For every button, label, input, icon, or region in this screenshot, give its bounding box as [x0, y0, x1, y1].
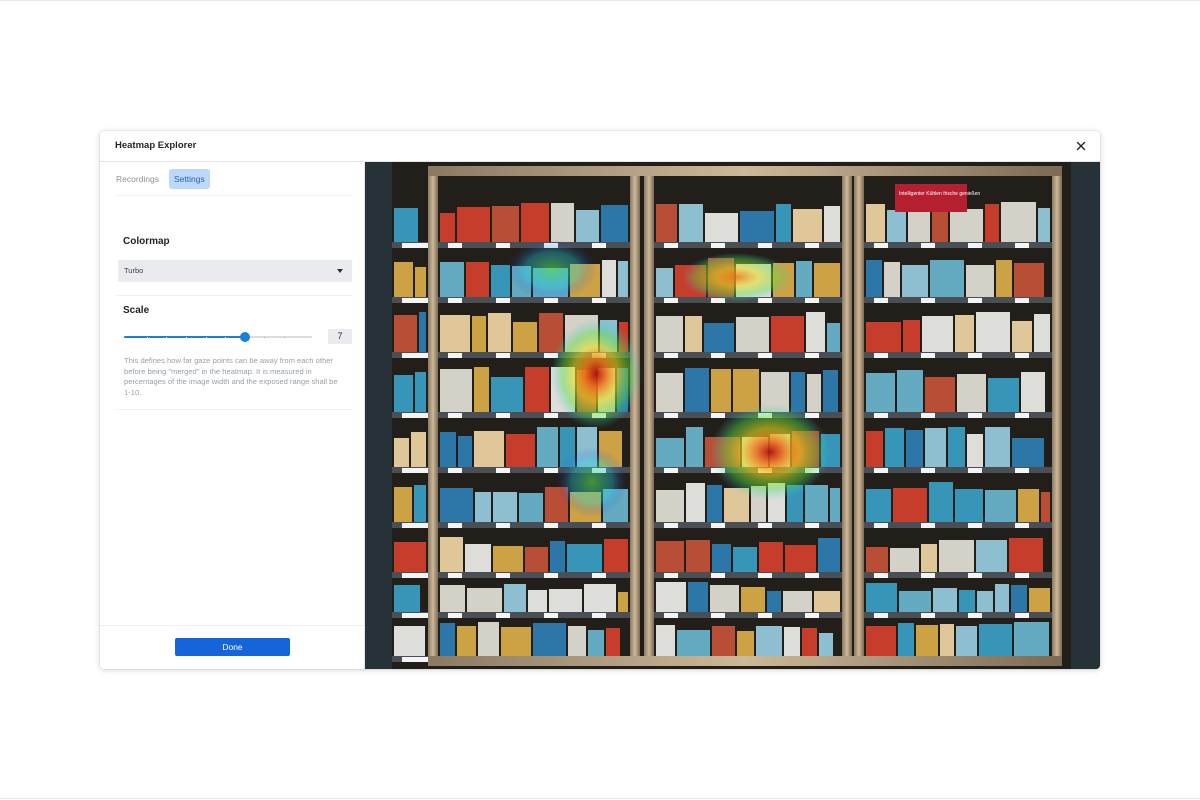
heatmap-view: Intelligenter Kühlen frische genießen	[365, 162, 1100, 669]
colormap-selected-value: Turbo	[124, 266, 144, 275]
heat-spot	[507, 240, 597, 300]
scale-help-text: This defines how far gaze points can be …	[124, 356, 338, 397]
slider-thumb[interactable]	[239, 332, 250, 342]
heat-spot	[557, 447, 627, 517]
slider-tick	[225, 336, 227, 338]
close-button[interactable]	[1074, 139, 1088, 153]
tab-bar: Recordings Settings	[112, 169, 210, 189]
colormap-label: Colormap	[123, 236, 170, 247]
page-bottom-rule	[0, 798, 1200, 799]
settings-panel: Recordings Settings Colormap Turbo Scale…	[100, 162, 365, 669]
divider	[117, 295, 352, 296]
store-sign	[895, 184, 967, 212]
heat-spot	[682, 253, 792, 301]
scale-value-input[interactable]: 7	[328, 329, 352, 344]
divider	[117, 195, 352, 196]
heat-spot	[551, 319, 641, 429]
slider-tick	[146, 336, 148, 338]
scale-slider[interactable]	[124, 332, 312, 342]
heatmap-image: Intelligenter Kühlen frische genießen	[392, 162, 1071, 669]
slider-tick	[205, 336, 207, 338]
caret-down-icon	[337, 269, 343, 273]
slider-tick	[185, 336, 187, 338]
tab-settings[interactable]: Settings	[169, 169, 210, 189]
slider-tick	[284, 336, 286, 338]
dialog-title: Heatmap Explorer	[115, 140, 197, 151]
dialog-header: Heatmap Explorer	[100, 131, 1100, 162]
divider	[117, 409, 352, 410]
heatmap-explorer-dialog: Heatmap Explorer Recordings Settings Col…	[100, 131, 1100, 669]
slider-fill	[124, 336, 245, 338]
heat-spot	[710, 404, 830, 500]
tab-recordings[interactable]: Recordings	[112, 169, 163, 189]
done-button[interactable]: Done	[175, 638, 290, 656]
slider-tick	[264, 336, 266, 338]
scale-label: Scale	[123, 305, 150, 316]
store-sign-text: Intelligenter Kühlen frische genießen	[899, 191, 980, 197]
colormap-select[interactable]: Turbo	[118, 260, 352, 282]
slider-tick	[166, 336, 168, 338]
freezer-shelves-photo: Intelligenter Kühlen frische genießen	[392, 162, 1071, 669]
close-icon	[1076, 141, 1086, 151]
page-top-rule	[0, 0, 1200, 1]
footer-divider	[100, 625, 364, 626]
